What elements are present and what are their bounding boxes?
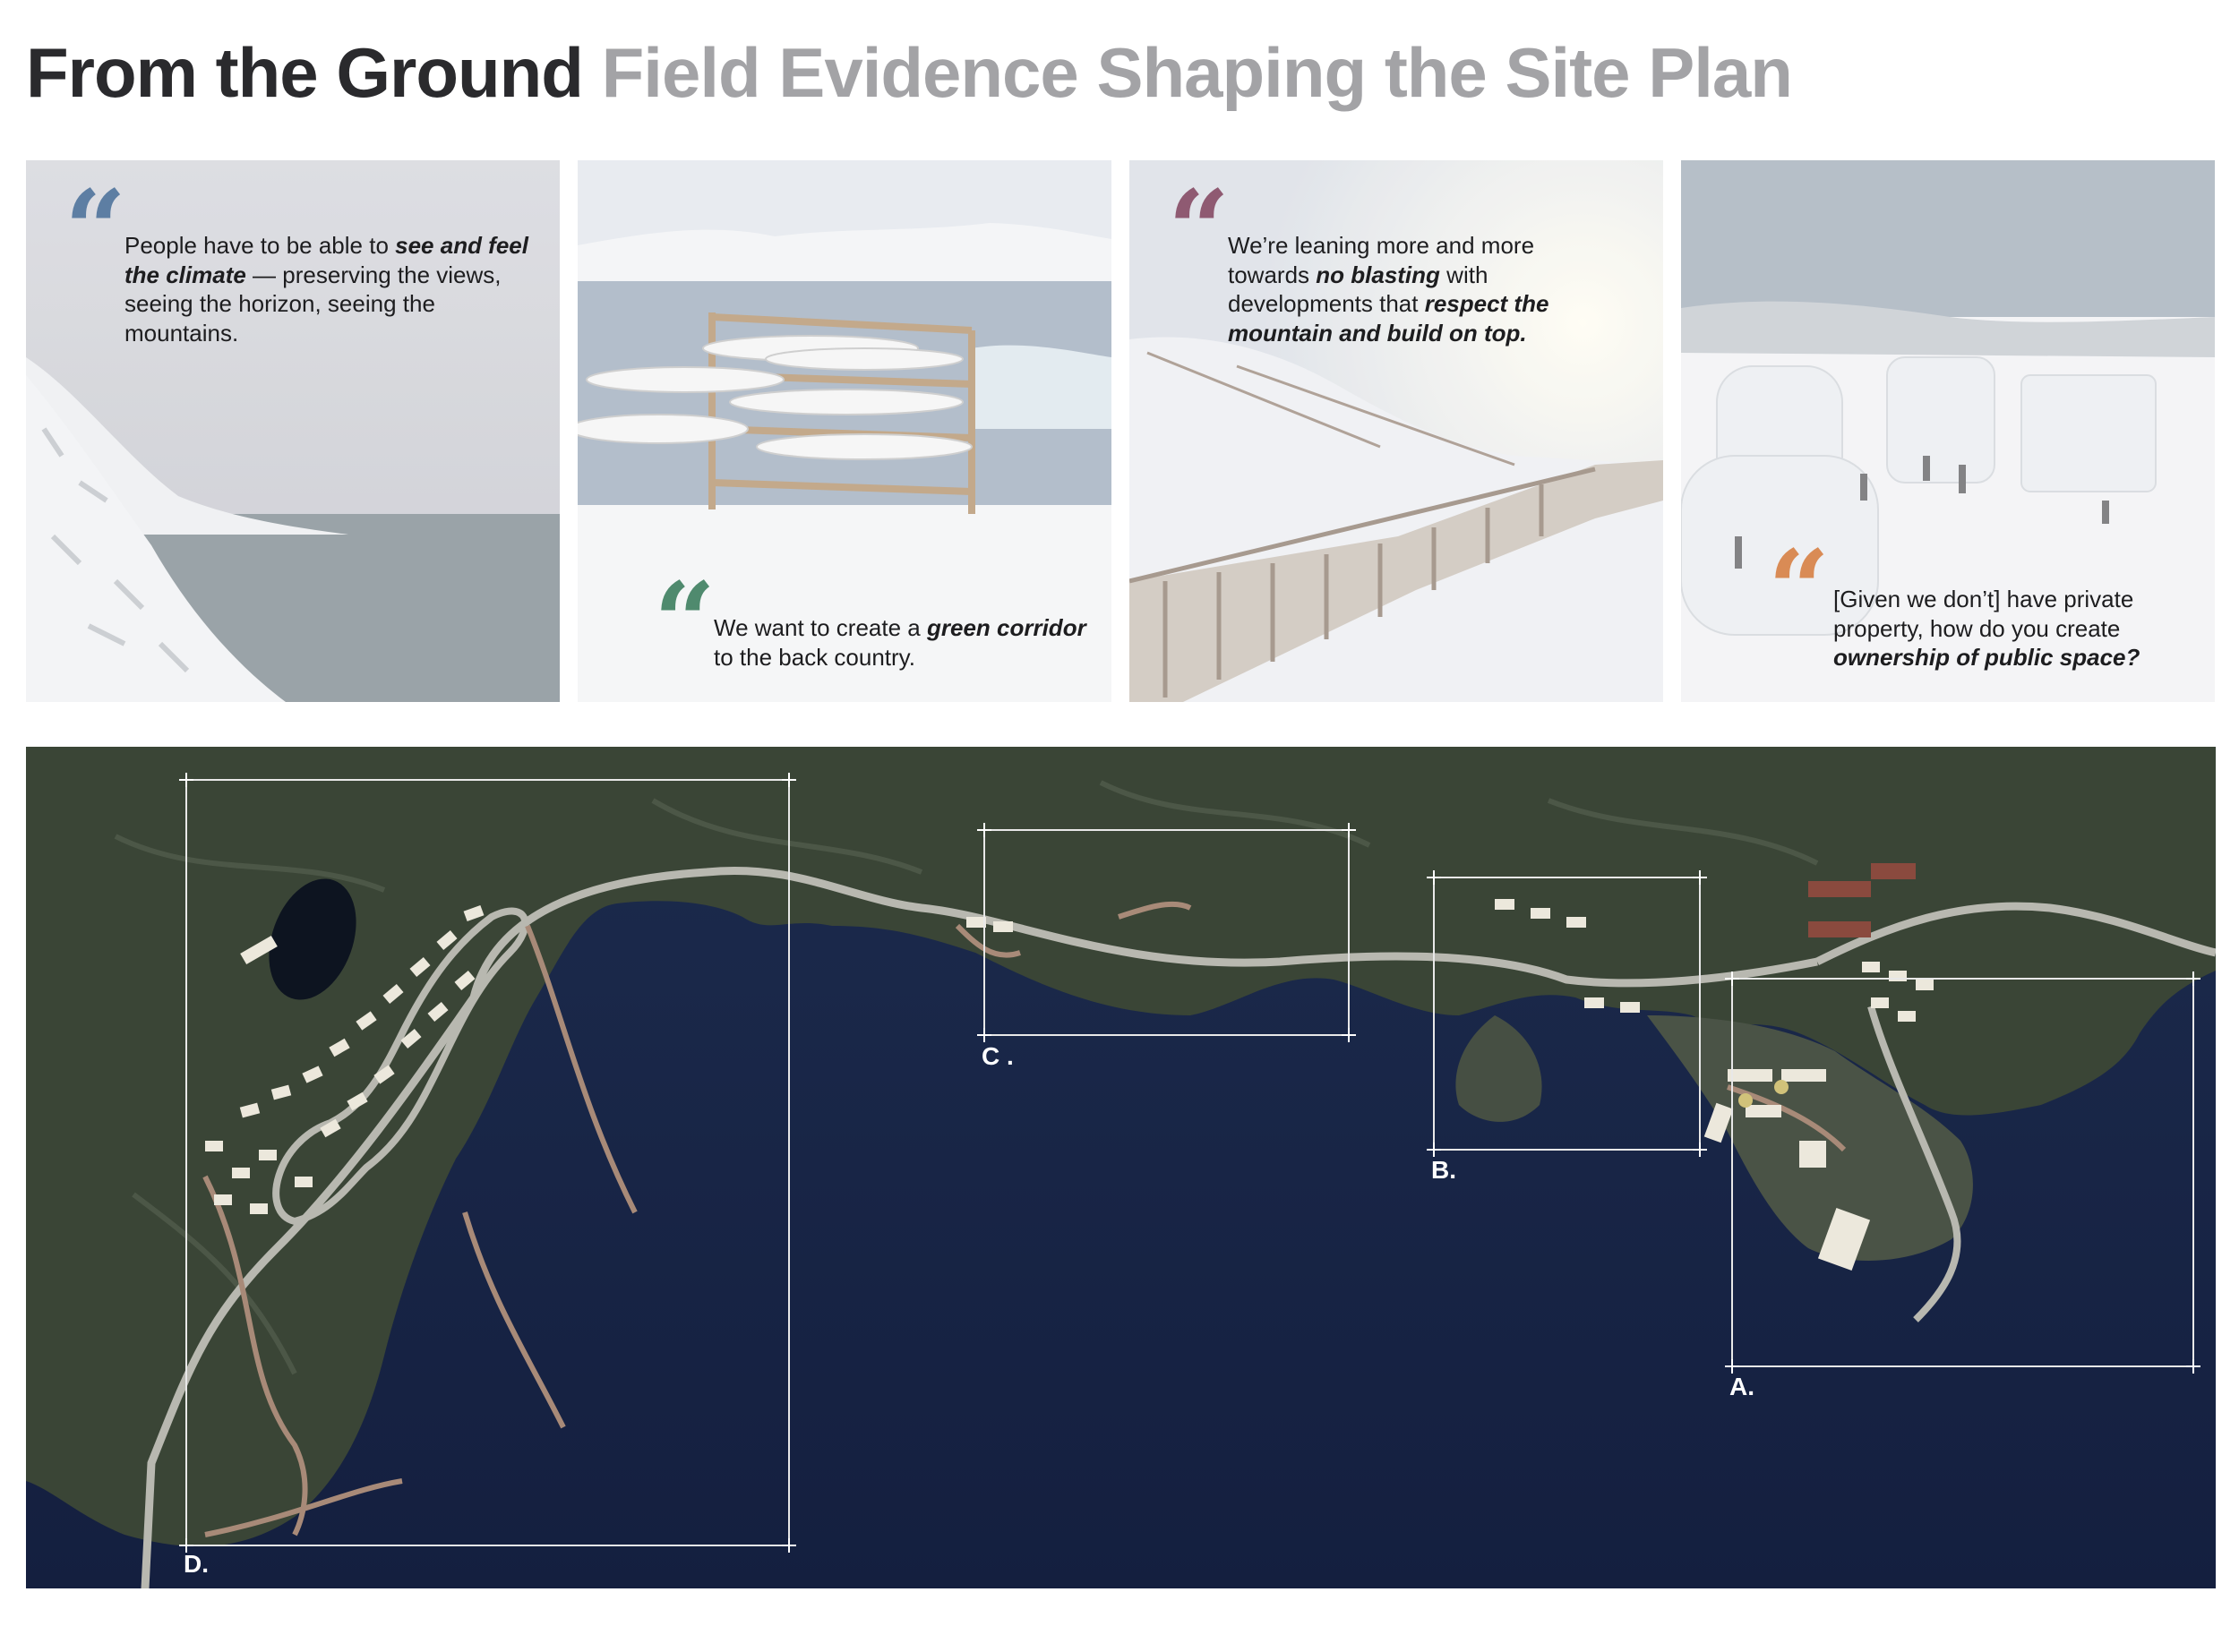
zone-label-a: A. [1729,1373,1754,1400]
zone-label-c: C . [982,1042,1014,1070]
quote-icon: “ [654,559,716,685]
photo-panel-green-corridor: “ We want to create a green corridor to … [578,160,1111,702]
photo-panel-climate: quote-icon“ People have to be able to se… [26,160,560,702]
page-title: From the Ground Field Evidence Shaping t… [26,32,1793,113]
quote-text-4: [Given we don’t] have private property, … [1833,586,2140,671]
title-subtitle: Field Evidence Shaping the Site Plan [601,33,1793,112]
zone-label-d: D. [184,1550,209,1578]
photo-panel-no-blasting: “ We’re leaning more and more towards no… [1129,160,1663,702]
zone-label-b: B. [1431,1156,1456,1184]
photo-panel-public-space: “ [Given we don’t] have private property… [1681,160,2215,702]
quote-icon: quote-icon“ [64,167,127,293]
quote-icon: “ [1168,167,1231,293]
quote-text-2: We want to create a green corridor to th… [714,614,1086,671]
title-main: From the Ground [26,33,584,112]
quote-text-1: People have to be able to see and feel t… [124,232,528,347]
site-plan-drawing [26,747,2216,1588]
site-plan-aerial-map: D. C . B. A. [26,747,2216,1588]
quote-text-3: We’re leaning more and more towards no b… [1228,232,1549,347]
quote-icon: “ [1768,526,1831,653]
